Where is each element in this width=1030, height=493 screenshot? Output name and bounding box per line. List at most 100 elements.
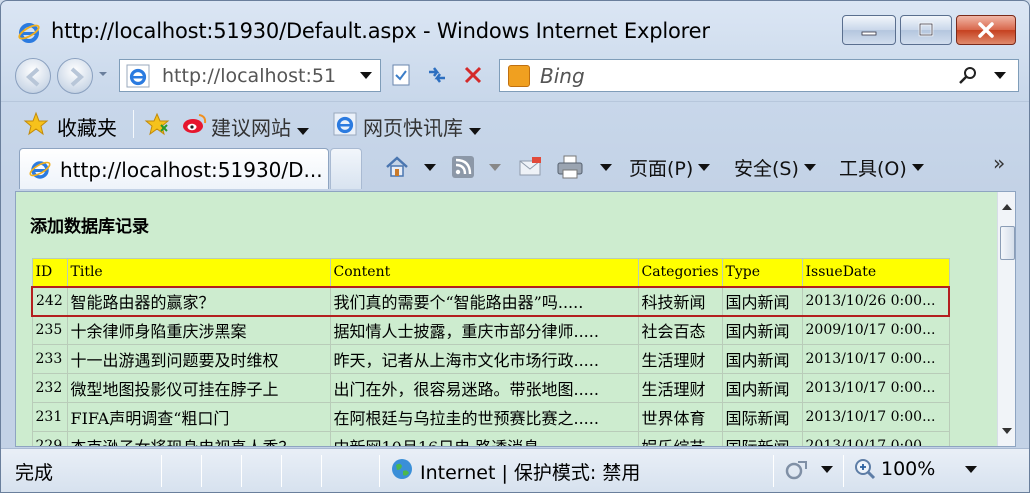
ie-window: http://localhost:51930/Default.aspx - Wi… [0, 0, 1030, 493]
cell-title: 十余律师身陷重庆涉黑案 [66, 315, 331, 345]
cell-id: 229 [31, 431, 68, 446]
cell-issuedate: 2013/10/26 0:00... [801, 285, 950, 317]
security-zone-text[interactable]: Internet | 保护模式: 禁用 [420, 458, 640, 485]
web-slice-gallery-label: 网页快讯库 [363, 116, 463, 140]
cell-type: 国际新闻 [721, 431, 803, 446]
new-tab-button[interactable] [330, 148, 362, 189]
cell-type: 国际新闻 [721, 402, 803, 432]
web-slice-gallery-button[interactable]: 网页快讯库 [363, 112, 482, 141]
bing-icon [508, 65, 530, 87]
records-grid: ID Title Content Categories Type IssueDa… [31, 258, 950, 446]
more-commands-chevron[interactable]: » [993, 151, 1005, 175]
cell-id: 231 [31, 402, 68, 432]
zoom-level[interactable]: 100% [881, 458, 935, 480]
address-dropdown-icon[interactable] [360, 72, 372, 79]
scroll-down-arrow-icon[interactable] [1002, 428, 1012, 434]
search-icon[interactable] [958, 66, 978, 86]
cell-title: FIFA声明调查“粗口门 [66, 402, 331, 432]
cell-title: 智能路由器的赢家？ [66, 285, 331, 317]
feeds-button[interactable] [451, 153, 501, 181]
table-row[interactable]: 233 十一出游遇到问题要及时维权 昨天，记者从上海市文化市场行政..... 生… [31, 344, 950, 374]
scroll-up-arrow-icon[interactable] [1002, 204, 1012, 210]
compatibility-view-icon[interactable] [389, 63, 413, 87]
chevron-down-icon[interactable] [821, 466, 833, 473]
minimize-button[interactable] [842, 15, 896, 45]
scrollbar-thumb[interactable] [1000, 226, 1015, 260]
protected-mode-settings-icon[interactable] [784, 457, 810, 483]
cell-issuedate: 2013/10/17 0:00... [801, 373, 950, 403]
cell-type: 国内新闻 [721, 344, 803, 374]
cell-issuedate: 2013/10/17 0:00... [801, 431, 950, 446]
chevron-down-icon[interactable] [600, 163, 612, 171]
cell-content: 据知情人士披露，重庆市部分律师..... [329, 315, 639, 345]
printer-icon [557, 155, 583, 179]
table-row[interactable]: 235 十余律师身陷重庆涉黑案 据知情人士披露，重庆市部分律师..... 社会百… [31, 315, 950, 345]
cell-type: 国内新闻 [721, 373, 803, 403]
stop-icon[interactable] [461, 63, 485, 87]
page-menu-label: 页面(P) [629, 157, 694, 180]
favorites-button[interactable]: 收藏夹 [57, 112, 117, 141]
add-to-favorites-bar-icon[interactable] [144, 111, 170, 137]
recent-pages-dropdown-icon[interactable] [98, 69, 108, 79]
cell-id: 235 [31, 315, 68, 345]
read-mail-button[interactable] [518, 153, 544, 181]
chevron-down-icon [803, 163, 816, 171]
close-icon [978, 22, 994, 38]
cell-content: 我们真的需要个“智能路由器”吗..... [329, 285, 639, 317]
safety-menu-label: 安全(S) [734, 157, 799, 180]
address-toolbar: http://localhost:51 Bing [1, 53, 1029, 99]
ie-logo-icon [18, 23, 40, 43]
arrow-right-icon [70, 67, 85, 87]
cell-type: 国内新闻 [721, 315, 803, 345]
vertical-scrollbar[interactable] [997, 192, 1015, 446]
address-field[interactable]: http://localhost:51 [119, 59, 381, 92]
cell-content: 出门在外，很容易迷路。带张地图..... [329, 373, 639, 403]
chevron-down-icon[interactable] [489, 163, 501, 171]
cell-id: 242 [31, 285, 68, 317]
table-row-selected[interactable]: 242 智能路由器的赢家？ 我们真的需要个“智能路由器”吗..... 科技新闻 … [31, 285, 950, 317]
close-button[interactable] [956, 15, 1016, 45]
status-separator [281, 455, 282, 487]
rss-feed-icon [452, 156, 474, 178]
chevron-down-icon [297, 128, 310, 135]
table-row[interactable]: 232 微型地图投影仪可挂在脖子上 出门在外，很容易迷路。带张地图..... 生… [31, 373, 950, 403]
safety-menu-button[interactable]: 安全(S) [734, 153, 816, 181]
suggested-sites-button[interactable]: 建议网站 [211, 112, 310, 141]
title-bar[interactable]: http://localhost:51930/Default.aspx - Wi… [1, 1, 1029, 53]
cell-category: 科技新闻 [637, 285, 723, 317]
chevron-down-icon[interactable] [424, 163, 436, 171]
address-text: http://localhost:51 [162, 65, 337, 87]
table-row[interactable]: 229 杰克逊子女将现身电视真人秀？ 中新网10月16日电 路透消息..... … [31, 431, 950, 446]
cell-category: 世界体育 [637, 402, 723, 432]
tools-menu-button[interactable]: 工具(O) [839, 153, 924, 181]
column-header-categories: Categories [637, 258, 723, 287]
browser-tab[interactable]: http://localhost:51930/D... [19, 148, 329, 189]
column-header-id: ID [31, 258, 68, 287]
refresh-icon[interactable] [425, 63, 449, 87]
cell-issuedate: 2013/10/17 0:00... [801, 344, 950, 374]
forward-button[interactable] [57, 58, 93, 94]
cell-title: 杰克逊子女将现身电视真人秀？ [66, 431, 331, 446]
back-button[interactable] [15, 58, 51, 94]
print-button[interactable] [556, 153, 612, 181]
home-button[interactable] [384, 153, 436, 181]
cell-title: 微型地图投影仪可挂在脖子上 [66, 373, 331, 403]
maximize-button[interactable] [900, 15, 952, 45]
zoom-dropdown-icon[interactable] [965, 466, 977, 473]
favorites-star-icon[interactable] [23, 111, 49, 137]
cell-content: 在阿根廷与乌拉圭的世预赛比赛之..... [329, 402, 639, 432]
page-heading: 添加数据库记录 [30, 217, 149, 237]
table-row[interactable]: 231 FIFA声明调查“粗口门 在阿根廷与乌拉圭的世预赛比赛之..... 世界… [31, 402, 950, 432]
status-text: 完成 [15, 462, 54, 484]
status-separator [201, 455, 202, 487]
page-menu-button[interactable]: 页面(P) [629, 153, 711, 181]
toolbar-separator [133, 110, 134, 138]
cell-content: 昨天，记者从上海市文化市场行政..... [329, 344, 639, 374]
internet-globe-icon [392, 459, 412, 479]
search-field[interactable]: Bing [499, 59, 1019, 92]
zoom-magnifier-icon[interactable] [853, 457, 877, 481]
command-bar: http://localhost:51930/D... 页面(P) 安全(S) … [1, 145, 1029, 191]
weibo-icon [183, 114, 207, 133]
search-provider-dropdown-icon[interactable] [994, 72, 1006, 79]
status-separator [161, 455, 162, 487]
